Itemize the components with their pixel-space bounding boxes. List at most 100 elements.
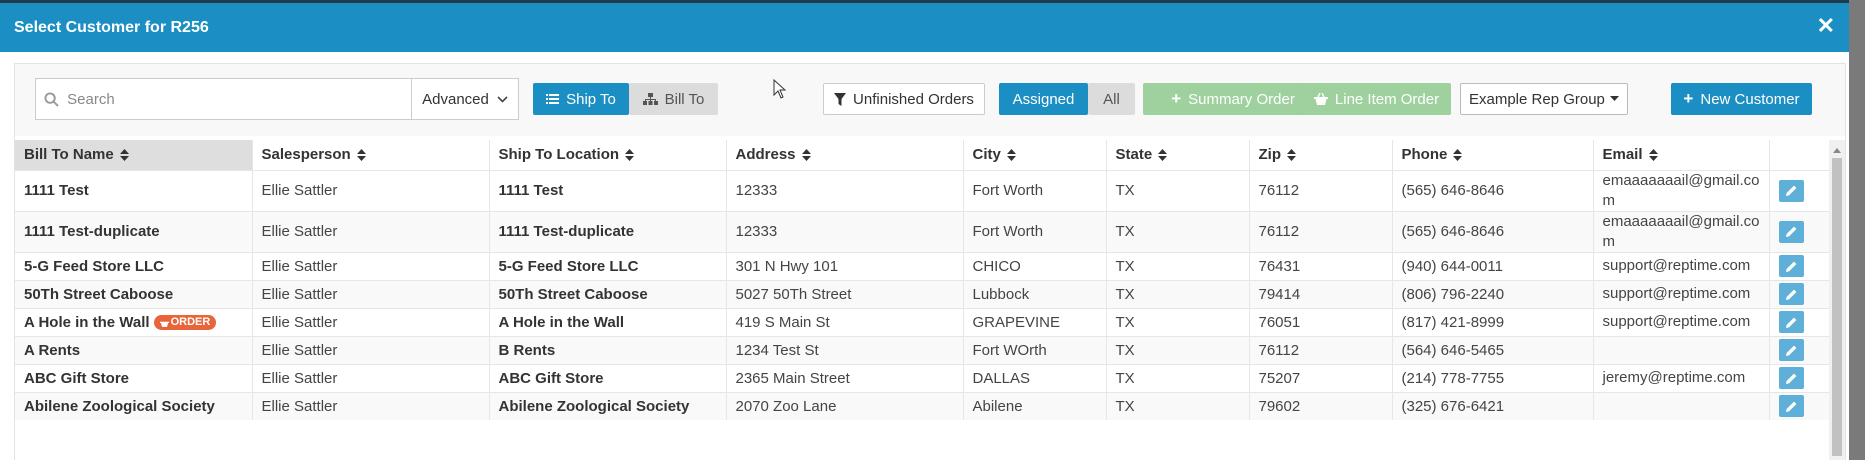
cell-city: GRAPEVINE [963, 307, 1107, 336]
scrollbar-thumb[interactable] [1832, 158, 1842, 456]
scroll-up-icon[interactable] [1833, 148, 1841, 153]
edit-button[interactable] [1778, 255, 1804, 277]
cell-text: 5-G Feed Store LLC [498, 257, 639, 275]
cell-text: emaaaaaaail@gmail.com [1602, 171, 1760, 209]
advanced-search-button[interactable]: Advanced [412, 79, 518, 119]
table-row[interactable]: Abilene Zoological Society Ellie Sattler A… [15, 391, 1832, 420]
cell-text: TX [1115, 313, 1135, 331]
sitemap-icon [642, 93, 658, 105]
column-header-state[interactable]: State [1106, 140, 1250, 170]
cell-actions [1769, 251, 1832, 280]
sort-icon [356, 149, 366, 162]
column-header-salesperson[interactable]: Salesperson [252, 140, 490, 170]
cell-city: Abilene [963, 391, 1107, 420]
basket-icon [1313, 93, 1328, 105]
cell-bill-to: A Hole in the Wall ORDER [15, 307, 253, 336]
cell-text: Lubbock [972, 285, 1030, 303]
all-toggle[interactable]: All [1088, 83, 1135, 115]
table-row[interactable]: 1111 Test Ellie Sattler 1111 Test 12333 Fort… [15, 169, 1832, 211]
cell-text: emaaaaaaail@gmail.com [1602, 212, 1760, 250]
rep-group-select[interactable]: Example Rep Group [R25 [1460, 83, 1628, 115]
table-row[interactable]: A Hole in the Wall ORDER Ellie Sattler A Ho… [15, 307, 1832, 336]
cell-text: (565) 646-8646 [1401, 223, 1505, 240]
rep-group-value: Example Rep Group [R25 [1469, 90, 1610, 108]
chevron-down-icon [497, 95, 508, 103]
modal-header: Select Customer for R256 ✕ [0, 3, 1849, 52]
column-header-email[interactable]: Email [1593, 140, 1770, 170]
bill-to-toggle[interactable]: Bill To [629, 83, 718, 115]
order-badge-label: ORDER [170, 316, 211, 329]
column-header-phone[interactable]: Phone [1392, 140, 1594, 170]
table-row[interactable]: ABC Gift Store Ellie Sattler ABC Gift Stor… [15, 363, 1832, 392]
cell-text: 1234 Test St [735, 341, 819, 359]
order-badge[interactable]: ORDER [153, 315, 217, 331]
line-item-order-button[interactable]: Line Item Order [1302, 83, 1451, 115]
cell-phone: (214) 778-7755 [1392, 363, 1594, 392]
cell-actions [1769, 391, 1832, 420]
edit-button[interactable] [1778, 220, 1804, 243]
table-row[interactable]: 50Th Street Caboose Ellie Sattler 50Th Str… [15, 279, 1832, 308]
edit-button[interactable] [1778, 367, 1804, 389]
cell-zip: 76112 [1249, 169, 1393, 211]
cell-bill-to: 50Th Street Caboose [15, 279, 253, 308]
table-row[interactable]: 1111 Test-duplicate Ellie Sattler 1111 Tes… [15, 210, 1832, 252]
cell-text: Ellie Sattler [261, 182, 338, 199]
new-customer-button[interactable]: + New Customer [1671, 83, 1812, 115]
cell-text: B Rents [498, 341, 556, 359]
close-icon[interactable]: ✕ [1817, 13, 1835, 39]
cell-text: ABC Gift Store [498, 369, 604, 387]
search-input[interactable] [67, 90, 411, 108]
cell-text: TX [1115, 369, 1135, 387]
cell-text: 2365 Main Street [735, 369, 850, 387]
column-header-zip[interactable]: Zip [1249, 140, 1393, 170]
cell-phone: (565) 646-8646 [1392, 169, 1594, 211]
cell-email: jeremy@reptime.com [1593, 363, 1770, 392]
edit-button[interactable] [1778, 283, 1804, 305]
cell-address: 5027 50Th Street [726, 279, 964, 308]
cell-text: TX [1115, 397, 1135, 415]
unfinished-orders-button[interactable]: Unfinished Orders [823, 83, 985, 115]
table-row[interactable]: A Rents Ellie Sattler B Rents 1234 Test St F… [15, 335, 1832, 364]
cell-text: Fort Worth [972, 182, 1044, 199]
cell-text: support@reptime.com [1602, 257, 1751, 274]
column-header-label: Salesperson [261, 146, 351, 164]
cell-text: 76051 [1258, 313, 1301, 331]
select-customer-modal: Select Customer for R256 ✕ Advanced Ship… [0, 3, 1849, 460]
edit-button[interactable] [1778, 395, 1804, 418]
ship-to-label: Ship To [566, 90, 616, 108]
column-header-label: Bill To Name [24, 146, 114, 164]
ship-to-toggle[interactable]: Ship To [533, 83, 629, 115]
cell-address: 301 N Hwy 101 [726, 251, 964, 280]
sort-icon [1453, 149, 1463, 162]
edit-button[interactable] [1778, 339, 1804, 361]
summary-order-button[interactable]: + Summary Order [1143, 83, 1323, 115]
cell-text: Ellie Sattler [261, 341, 338, 359]
column-header-city[interactable]: City [963, 140, 1107, 170]
cell-actions [1769, 335, 1832, 364]
column-header-address[interactable]: Address [726, 140, 964, 170]
column-header-label: Ship To Location [498, 146, 620, 164]
search-icon [36, 91, 67, 107]
cell-ship-to: Abilene Zoological Society [489, 391, 727, 420]
cell-email: emaaaaaaail@gmail.com [1593, 169, 1770, 211]
column-header-label: Email [1602, 146, 1643, 164]
cell-address: 2365 Main Street [726, 363, 964, 392]
cell-phone: (806) 796-2240 [1392, 279, 1594, 308]
table-scrollbar[interactable] [1829, 140, 1845, 460]
edit-button[interactable] [1778, 179, 1804, 202]
cell-text: A Hole in the Wall [498, 313, 625, 331]
column-header-bill-to-name[interactable]: Bill To Name [15, 140, 253, 170]
cell-email [1593, 391, 1770, 420]
cell-text: 1111 Test-duplicate [498, 223, 635, 240]
cell-ship-to: 1111 Test [489, 169, 727, 211]
table-row[interactable]: 5-G Feed Store LLC Ellie Sattler 5-G Feed … [15, 251, 1832, 280]
column-header-ship-to-location[interactable]: Ship To Location [489, 140, 727, 170]
cell-zip: 75207 [1249, 363, 1393, 392]
cell-zip: 79602 [1249, 391, 1393, 420]
toolbar: Advanced Ship To Bill To Unfinished Orde… [15, 64, 1845, 136]
cell-text: Abilene [972, 397, 1023, 415]
column-header-label: State [1115, 146, 1153, 164]
assigned-toggle[interactable]: Assigned [999, 83, 1088, 115]
cell-address: 2070 Zoo Lane [726, 391, 964, 420]
edit-button[interactable] [1778, 311, 1804, 333]
